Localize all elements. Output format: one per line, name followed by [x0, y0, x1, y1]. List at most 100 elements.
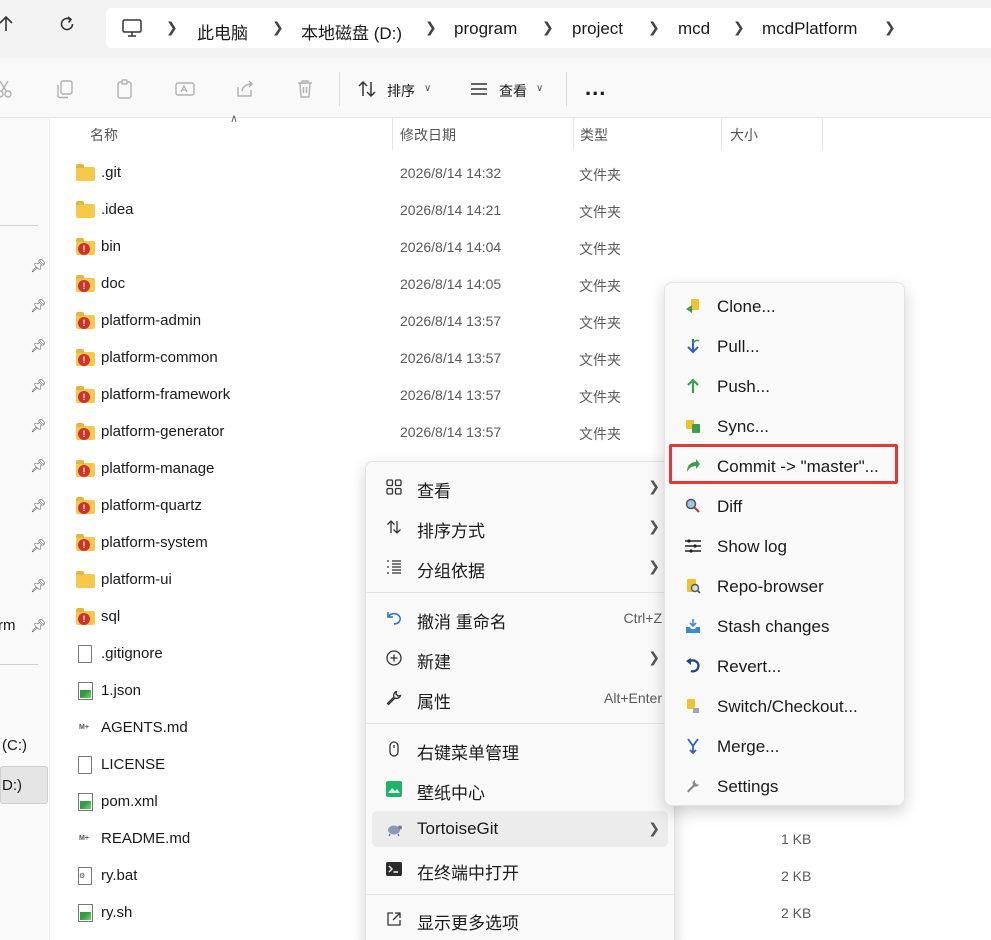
chevron-down-icon[interactable]: ∨	[424, 83, 431, 94]
share-icon[interactable]	[234, 78, 256, 100]
file-row[interactable]: .idea 2026/8/14 14:21 文件夹	[50, 192, 991, 229]
file-name: ry.sh	[101, 904, 133, 921]
column-name-header[interactable]: 名称	[90, 125, 118, 145]
breadcrumb-mcdplatform[interactable]: mcdPlatform	[762, 19, 857, 39]
switch-icon	[683, 697, 703, 717]
tgit-switch-checkout[interactable]: Switch/Checkout...	[671, 688, 899, 724]
nav-drive-d[interactable]: D:)	[2, 777, 22, 794]
breadcrumb-chevron[interactable]: ❯	[542, 19, 554, 36]
pin-icon[interactable]: 📌︎	[30, 258, 47, 274]
copy-icon[interactable]	[54, 78, 76, 100]
breadcrumb-chevron[interactable]: ❯	[733, 19, 745, 36]
tgit-stash-changes[interactable]: Stash changes	[671, 608, 899, 644]
menu-item-sort-by[interactable]: 排序方式 ❯	[372, 509, 668, 545]
chevron-right-icon: ❯	[648, 558, 660, 574]
rename-icon[interactable]	[174, 78, 196, 100]
menu-item-label: 新建	[417, 653, 451, 672]
folder-icon	[76, 164, 96, 182]
sort-icon[interactable]	[356, 78, 378, 100]
breadcrumb-chevron[interactable]: ❯	[425, 19, 437, 36]
breadcrumb-chevron[interactable]: ❯	[884, 19, 896, 36]
delete-icon[interactable]	[294, 78, 316, 100]
menu-item-group-by[interactable]: 分组依据 ❯	[372, 549, 668, 585]
file-name: platform-ui	[101, 571, 172, 588]
tgit-clone[interactable]: Clone...	[671, 288, 899, 324]
open-external-icon	[384, 910, 404, 930]
file-modified-date: 2026/8/14 13:57	[400, 313, 502, 329]
folder-icon	[76, 571, 96, 589]
tgit-show-log[interactable]: Show log	[671, 528, 899, 564]
pin-icon[interactable]: 📌︎	[30, 618, 47, 634]
folder-icon	[76, 201, 96, 219]
git-file-icon	[76, 793, 96, 811]
breadcrumb-chevron[interactable]: ❯	[166, 19, 178, 36]
breadcrumb-program[interactable]: program	[454, 19, 517, 39]
menu-item-wallpaper-center[interactable]: 壁纸中心	[372, 771, 668, 807]
breadcrumb-chevron[interactable]: ❯	[648, 19, 660, 36]
cut-icon[interactable]	[0, 78, 16, 100]
menu-item-label: 撤消 重命名	[417, 613, 507, 632]
column-modified-header[interactable]: 修改日期	[400, 125, 456, 145]
git-folder-icon: !	[76, 349, 96, 367]
pin-icon[interactable]: 📌︎	[30, 378, 47, 394]
column-divider[interactable]	[573, 118, 574, 150]
column-divider[interactable]	[721, 118, 722, 150]
breadcrumb-drive-d[interactable]: 本地磁盘 (D:)	[301, 19, 402, 44]
tgit-sync[interactable]: Sync...	[671, 408, 899, 444]
file-name: ry.bat	[101, 867, 138, 884]
breadcrumb-chevron[interactable]: ❯	[272, 19, 284, 36]
file-modified-date: 2026/8/14 13:57	[400, 350, 502, 366]
chevron-down-icon[interactable]: ∨	[536, 83, 543, 94]
pin-icon[interactable]: 📌︎	[30, 458, 47, 474]
file-row[interactable]: ! bin 2026/8/14 14:04 文件夹	[50, 229, 991, 266]
menu-separator	[366, 592, 674, 593]
breadcrumb-project[interactable]: project	[572, 19, 623, 39]
menu-item-open-in-terminal[interactable]: 在终端中打开	[372, 851, 668, 887]
file-row[interactable]: .git 2026/8/14 14:32 文件夹	[50, 155, 991, 192]
file-name: platform-framework	[101, 386, 231, 403]
menu-item-new[interactable]: 新建 ❯	[372, 640, 668, 676]
mouse-icon	[384, 740, 404, 760]
breadcrumb-this-pc[interactable]: 此电脑	[197, 19, 248, 44]
command-bar	[0, 58, 991, 118]
tgit-item-label: Diff	[717, 497, 743, 516]
pin-icon[interactable]: 📌︎	[30, 338, 47, 354]
refresh-icon[interactable]	[53, 14, 81, 42]
menu-item-undo-rename[interactable]: 撤消 重命名 Ctrl+Z	[372, 600, 668, 636]
more-options-button[interactable]: ...	[585, 75, 606, 101]
pin-icon[interactable]: 📌︎	[30, 578, 47, 594]
view-list-icon[interactable]	[468, 78, 490, 100]
file-name: platform-common	[101, 349, 218, 366]
tgit-push[interactable]: Push...	[671, 368, 899, 404]
sort-ascending-indicator: ∧	[230, 113, 239, 125]
tgit-diff[interactable]: Diff	[671, 488, 899, 524]
column-divider[interactable]	[822, 118, 823, 150]
menu-item-properties[interactable]: 属性 Alt+Enter	[372, 680, 668, 716]
tgit-repo-browser[interactable]: Repo-browser	[671, 568, 899, 604]
menu-item-context-menu-manager[interactable]: 右键菜单管理	[372, 731, 668, 767]
column-type-header[interactable]: 类型	[580, 125, 608, 145]
tgit-revert[interactable]: Revert...	[671, 648, 899, 684]
git-folder-icon: !	[76, 423, 96, 441]
tgit-settings[interactable]: Settings	[671, 768, 899, 804]
breadcrumb-mcd[interactable]: mcd	[678, 19, 710, 39]
menu-item-tortoisegit[interactable]: TortoiseGit ❯	[372, 811, 668, 847]
paste-icon[interactable]	[114, 78, 136, 100]
menu-item-show-more-options[interactable]: 显示更多选项	[372, 901, 668, 937]
column-size-header[interactable]: 大小	[730, 125, 758, 145]
nav-quick-access-item[interactable]: rm	[0, 617, 16, 634]
pin-icon[interactable]: 📌︎	[30, 418, 47, 434]
tgit-pull[interactable]: Pull...	[671, 328, 899, 364]
markdown-file-icon: M+	[76, 830, 96, 848]
pin-icon[interactable]: 📌︎	[30, 538, 47, 554]
column-divider[interactable]	[392, 118, 393, 150]
pin-icon[interactable]: 📌︎	[30, 498, 47, 514]
tortoisegit-submenu: Clone... Pull... Push... Sync... Commit …	[664, 282, 905, 806]
up-arrow-icon[interactable]	[0, 14, 20, 42]
tgit-merge[interactable]: Merge...	[671, 728, 899, 764]
menu-item-view[interactable]: 查看 ❯	[372, 469, 668, 505]
nav-drive-c[interactable]: (C:)	[2, 737, 27, 754]
pin-icon[interactable]: 📌︎	[30, 298, 47, 314]
view-button[interactable]: 查看	[499, 81, 527, 101]
sort-button[interactable]: 排序	[387, 81, 415, 101]
